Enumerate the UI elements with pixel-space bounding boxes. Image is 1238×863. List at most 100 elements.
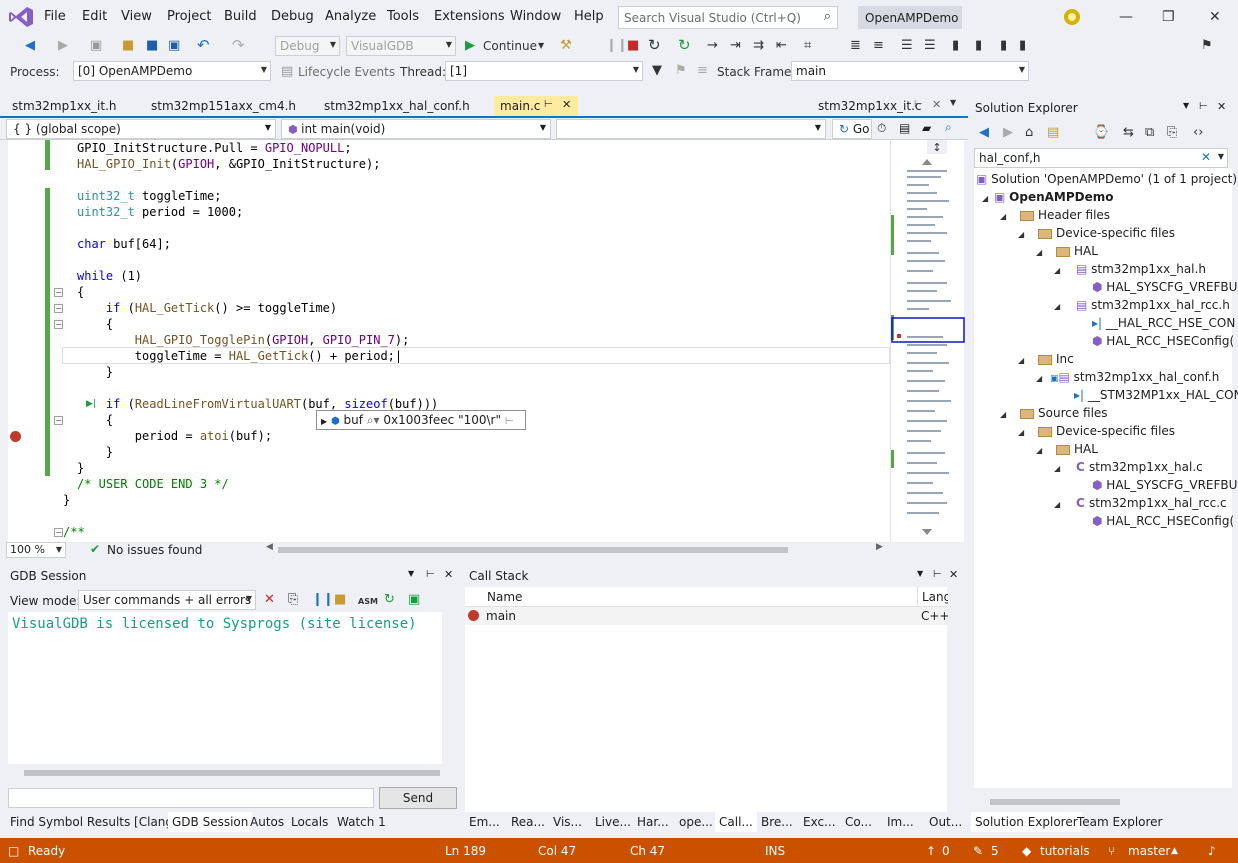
status-up-count[interactable]: 0 [942, 844, 950, 858]
solution-tree[interactable]: ▣ Solution 'OpenAMPDemo' (1 of 1 project… [974, 168, 1238, 788]
collapse-arrow-icon[interactable]: ◢ [1018, 230, 1024, 239]
se-search-input[interactable]: hal_conf,h ✕ ▼ [974, 148, 1228, 168]
tab-har[interactable]: Har... [633, 812, 673, 832]
tree-symbol[interactable]: ▸| __HAL_RCC_HSE_CON [1092, 314, 1235, 332]
clear-bookmarks-icon[interactable]: ▮ [1019, 37, 1026, 55]
fold-toggle[interactable]: − [54, 288, 63, 297]
tab-watch-1[interactable]: Watch 1 [333, 812, 390, 832]
breakpoint-current-statement-icon[interactable] [10, 431, 21, 442]
tab-locals[interactable]: Locals [287, 812, 332, 832]
sync-icon[interactable]: ⇆ [1123, 124, 1134, 142]
redo-icon[interactable]: ↷ [232, 36, 245, 54]
magnifier-icon[interactable]: ⌕▾ [367, 413, 380, 427]
clear-search-icon[interactable]: ✕ [1201, 150, 1211, 164]
tree-file-hal-rcc-h[interactable]: ▤ stm32mp1xx_hal_rcc.h [1076, 296, 1230, 314]
menu-extensions[interactable]: Extensions [434, 9, 505, 24]
next-bookmark-icon[interactable]: ▮ [1000, 37, 1007, 55]
step-into-icon[interactable]: ⇥ [730, 37, 741, 55]
pin-icon[interactable]: ⊢ [544, 99, 553, 110]
collapse-arrow-icon[interactable]: ◢ [1054, 302, 1060, 311]
tab-out[interactable]: Out... [925, 812, 966, 832]
switch-views-icon[interactable]: ▤ [1047, 124, 1059, 142]
gdb-output[interactable] [8, 612, 442, 764]
gdb-command-input[interactable] [8, 788, 374, 808]
repo-icon[interactable]: ◆ [1022, 844, 1031, 858]
preview-pin-icon[interactable]: ⊢ [914, 99, 923, 110]
view-mode-combo[interactable]: User commands + all errors ▼ [78, 590, 256, 610]
pencil-icon[interactable]: ✎ [973, 844, 983, 858]
collapse-arrow-icon[interactable]: ◢ [1054, 500, 1060, 509]
collapse-arrow-icon[interactable]: ◢ [1036, 374, 1042, 383]
tab-main-c[interactable]: main.c ⊢ ✕ [494, 96, 578, 116]
fold-toggle[interactable]: − [54, 320, 63, 329]
pending-changes-icon[interactable]: ⌚ [1093, 124, 1109, 142]
tab-team-explorer[interactable]: Team Explorer [1073, 812, 1167, 832]
notification-bell-icon[interactable]: ♪ [1208, 844, 1216, 858]
tab-live[interactable]: Live... [591, 812, 635, 832]
tree-file-hal-h[interactable]: ▤ stm32mp1xx_hal.h [1076, 260, 1206, 278]
collapse-arrow-icon[interactable]: ◢ [982, 194, 988, 203]
thread-combo[interactable]: [1] ▼ [445, 61, 643, 81]
pane-pin-icon[interactable]: ⊢ [426, 569, 435, 580]
table-row[interactable]: main C++... [465, 607, 961, 625]
process-combo[interactable]: [0] OpenAMPDemo ▼ [73, 61, 271, 81]
tree-symbol[interactable]: ⬢ HAL_RCC_HSEConfig( [1092, 512, 1234, 530]
horizontal-scrollbar-thumb[interactable] [278, 547, 788, 553]
stack-frame-combo[interactable]: main ▼ [791, 61, 1029, 81]
tab-im[interactable]: Im... [883, 812, 918, 832]
se-forward-icon[interactable]: ▶ [1003, 124, 1013, 142]
pane-close-icon[interactable]: ✕ [444, 568, 453, 581]
tab-em[interactable]: Em... [465, 812, 504, 832]
tab-list-dropdown-icon[interactable]: ▼ [950, 98, 956, 107]
scroll-right-icon[interactable]: ▶ [876, 542, 883, 552]
reload-icon[interactable]: ↻ [384, 591, 395, 609]
tree-symbol[interactable]: ⬢ HAL_RCC_HSEConfig( [1092, 332, 1234, 350]
up-arrow-icon[interactable]: ↑ [926, 844, 936, 858]
menu-analyze[interactable]: Analyze [325, 9, 376, 24]
scroll-left-icon[interactable]: ◀ [266, 542, 273, 552]
break-all-icon[interactable]: ❙❙ [606, 37, 628, 55]
tree-inc[interactable]: Inc [1038, 350, 1074, 368]
tag-icon[interactable]: ▰ [922, 121, 931, 135]
pane-dropdown-icon[interactable]: ▼ [1183, 101, 1189, 110]
menu-debug[interactable]: Debug [271, 9, 314, 24]
stop-icon[interactable]: ■ [627, 37, 639, 55]
show-all-files-icon[interactable]: ⎘ [1167, 124, 1177, 142]
step-over-icon[interactable]: ⇉ [753, 37, 764, 55]
prev-bookmark-icon[interactable]: ▮ [975, 37, 982, 55]
restore-button[interactable]: ❐ [1162, 9, 1175, 25]
status-repo[interactable]: tutorials [1040, 844, 1090, 858]
col-lang-header[interactable]: Lang [922, 590, 951, 604]
code-view-icon[interactable]: ‹› [1193, 124, 1203, 142]
restart-icon[interactable]: ↻ [648, 36, 661, 54]
save-all-icon[interactable]: ▣ [168, 37, 180, 55]
collapse-arrow-icon[interactable]: ◢ [1054, 266, 1060, 275]
pane-pin-icon[interactable]: ⊢ [1199, 101, 1208, 112]
continue-button[interactable]: Continue [483, 37, 537, 55]
bookmark-icon[interactable]: ▮ [952, 37, 959, 55]
platform-combo[interactable]: VisualGDB ▼ [346, 36, 456, 56]
document-icon[interactable]: ▤ [899, 121, 910, 135]
back-icon[interactable]: ◀ [25, 37, 35, 55]
minimize-button[interactable]: — [1119, 9, 1133, 25]
tree-header-files[interactable]: Header files [1020, 206, 1110, 224]
tab-co[interactable]: Co... [841, 812, 876, 832]
close-button[interactable]: ✕ [1209, 9, 1221, 25]
tree-source-files[interactable]: Source files [1020, 404, 1108, 422]
gdb-horizontal-scrollbar[interactable] [8, 765, 456, 781]
tab-vis[interactable]: Vis... [549, 812, 586, 832]
home-icon[interactable]: ⌂ [1025, 124, 1033, 142]
go-button[interactable]: ↻ Go [832, 119, 872, 139]
menu-build[interactable]: Build [224, 9, 257, 24]
pane-pin-icon[interactable]: ⊢ [933, 569, 942, 580]
filter-icon[interactable]: ▼ [652, 62, 662, 80]
preview-close-icon[interactable]: ✕ [932, 98, 941, 111]
se-horizontal-scrollbar[interactable] [974, 795, 1232, 809]
minimap-scrollbar[interactable]: ↕ [890, 140, 965, 542]
fold-toggle[interactable]: − [54, 304, 63, 313]
tab-exc[interactable]: Exc... [799, 812, 840, 832]
search-input[interactable]: Search Visual Studio (Ctrl+Q) ⌕ [618, 6, 838, 29]
tab-bre[interactable]: Bre... [757, 812, 797, 832]
feedback-gear-icon[interactable] [1062, 7, 1082, 27]
show-next-statement-icon[interactable]: → [707, 37, 718, 55]
